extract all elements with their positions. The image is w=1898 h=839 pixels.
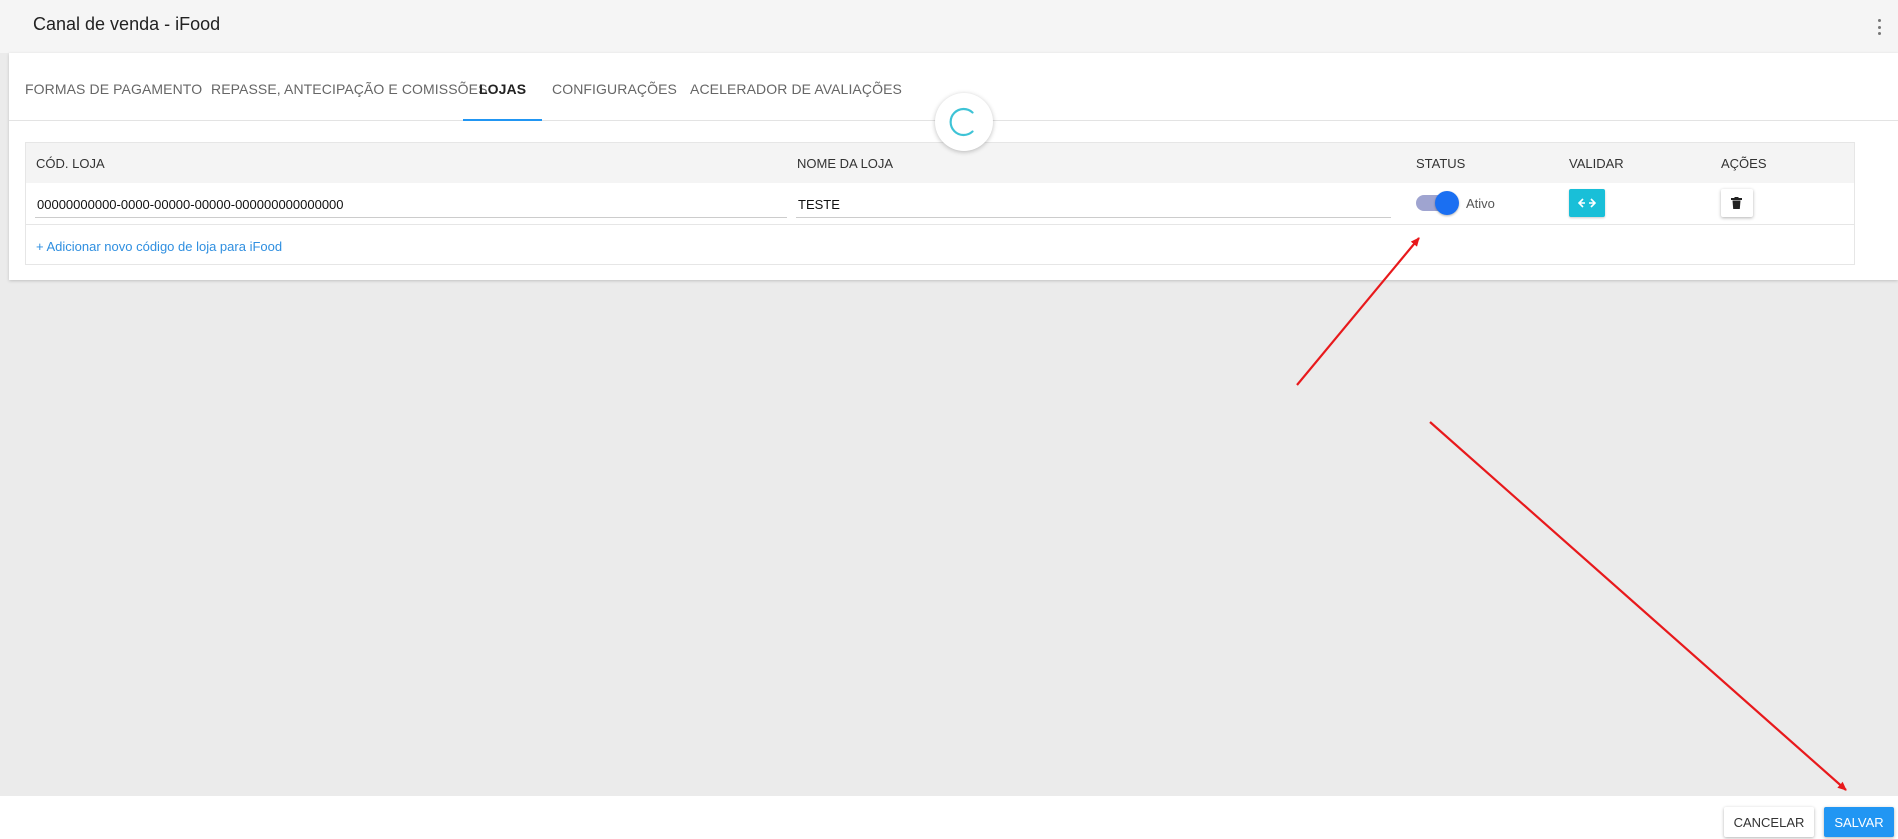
tab-acelerador-de-avaliacoes[interactable]: ACELERADOR DE AVALIAÇÕES <box>690 81 902 121</box>
tab-lojas[interactable]: LOJAS <box>462 81 543 121</box>
more-vert-icon[interactable] <box>1876 19 1882 35</box>
tab-configuracoes[interactable]: CONFIGURAÇÕES <box>552 81 677 121</box>
page-header: Canal de venda - iFood <box>0 0 1898 53</box>
footer-bar: CANCELAR SALVAR <box>0 796 1898 839</box>
column-header-store-code: CÓD. LOJA <box>36 156 105 171</box>
table-row: Ativo <box>26 183 1854 225</box>
stores-table: CÓD. LOJA NOME DA LOJA STATUS VALIDAR AÇ… <box>25 142 1855 265</box>
save-button[interactable]: SALVAR <box>1824 807 1894 837</box>
spinner-icon <box>935 93 993 151</box>
status-label: Ativo <box>1466 196 1495 211</box>
column-header-actions: AÇÕES <box>1721 156 1767 171</box>
page-title: Canal de venda - iFood <box>33 14 221 34</box>
tab-repasse[interactable]: REPASSE, ANTECIPAÇÃO E COMISSÕES <box>211 81 488 121</box>
store-name-input[interactable] <box>796 190 1391 218</box>
delete-button[interactable] <box>1721 189 1753 217</box>
store-code-input[interactable] <box>35 190 787 218</box>
cancel-button[interactable]: CANCELAR <box>1724 807 1814 837</box>
content-panel: FORMAS DE PAGAMENTO REPASSE, ANTECIPAÇÃO… <box>9 53 1898 280</box>
trash-icon <box>1731 197 1742 209</box>
tab-formas-de-pagamento[interactable]: FORMAS DE PAGAMENTO <box>25 81 202 121</box>
column-header-status: STATUS <box>1416 156 1466 171</box>
swap-horiz-icon <box>1578 198 1596 208</box>
toggle-knob <box>1435 191 1459 215</box>
annotation-arrow-save <box>1429 421 1847 791</box>
column-header-validate: VALIDAR <box>1569 156 1624 171</box>
add-store-code-link[interactable]: + Adicionar novo código de loja para iFo… <box>36 239 282 254</box>
validate-button[interactable] <box>1569 189 1605 217</box>
column-header-store-name: NOME DA LOJA <box>797 156 894 171</box>
status-toggle[interactable] <box>1416 191 1460 215</box>
